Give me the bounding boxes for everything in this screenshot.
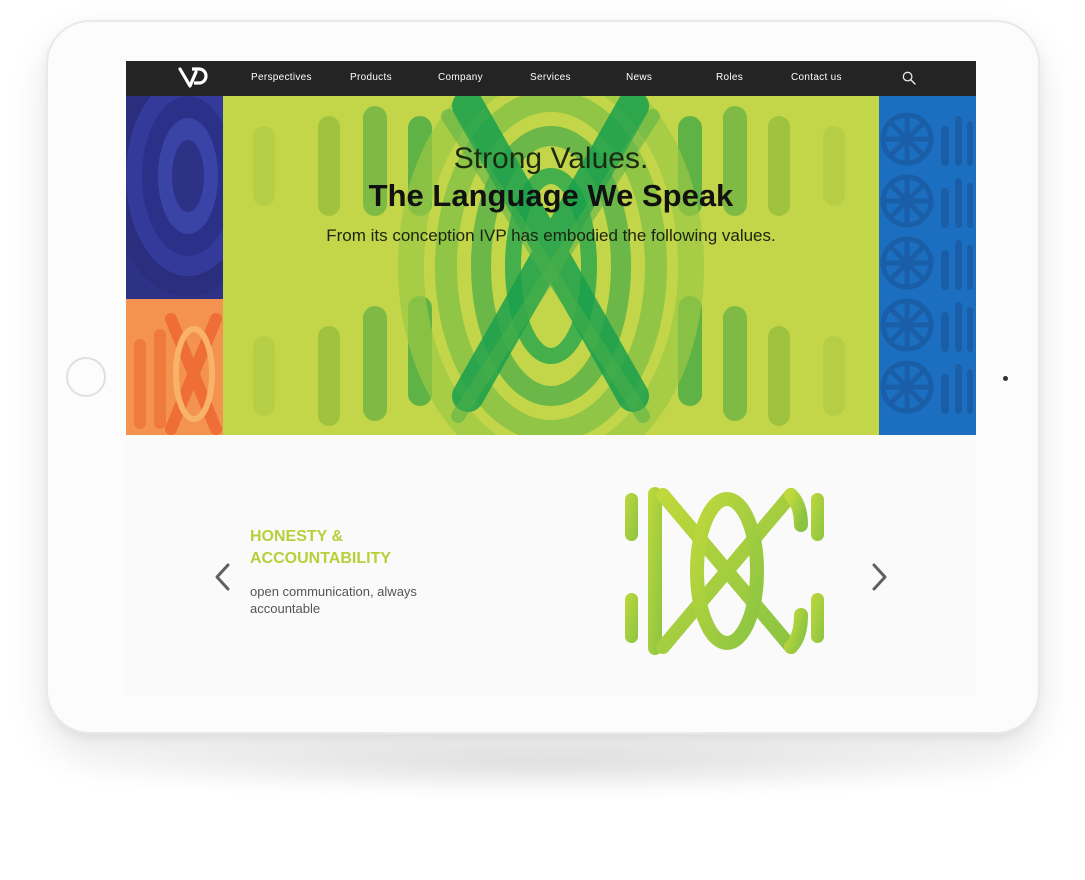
tablet-home-button bbox=[66, 357, 106, 397]
hero-left-orange-art bbox=[126, 299, 223, 435]
device-shadow bbox=[60, 735, 1025, 795]
top-navbar: Perspectives Products Company Services N… bbox=[126, 61, 976, 96]
nav-item-products[interactable]: Products bbox=[350, 72, 392, 83]
hero-title-line1: Strong Values. bbox=[453, 142, 649, 175]
tablet-camera bbox=[1003, 376, 1008, 381]
nav-item-services[interactable]: Services bbox=[530, 72, 571, 83]
hero-subtitle: From its conception IVP has embodied the… bbox=[326, 226, 776, 245]
nav-item-contact-us[interactable]: Contact us bbox=[791, 72, 842, 83]
hero-title-line2: The Language We Speak bbox=[368, 178, 734, 213]
chevron-left-icon[interactable] bbox=[211, 562, 235, 592]
nav-item-roles[interactable]: Roles bbox=[716, 72, 743, 83]
values-slider: HONESTY & ACCOUNTABILITY open communicat… bbox=[126, 435, 976, 696]
chevron-right-icon[interactable] bbox=[867, 562, 891, 592]
value-title: HONESTY & ACCOUNTABILITY bbox=[250, 528, 392, 567]
hero-banner: Strong Values. The Language We Speak Fro… bbox=[126, 96, 976, 435]
value-description: open communication, always accountable bbox=[250, 584, 417, 616]
honesty-accountability-icon bbox=[625, 487, 824, 655]
website-screen: Perspectives Products Company Services N… bbox=[126, 61, 976, 696]
nav-item-perspectives[interactable]: Perspectives bbox=[251, 72, 312, 83]
nav-item-news[interactable]: News bbox=[626, 72, 652, 83]
search-icon[interactable] bbox=[902, 71, 916, 85]
ivp-logo-icon[interactable] bbox=[178, 66, 208, 90]
nav-item-company[interactable]: Company bbox=[438, 72, 483, 83]
